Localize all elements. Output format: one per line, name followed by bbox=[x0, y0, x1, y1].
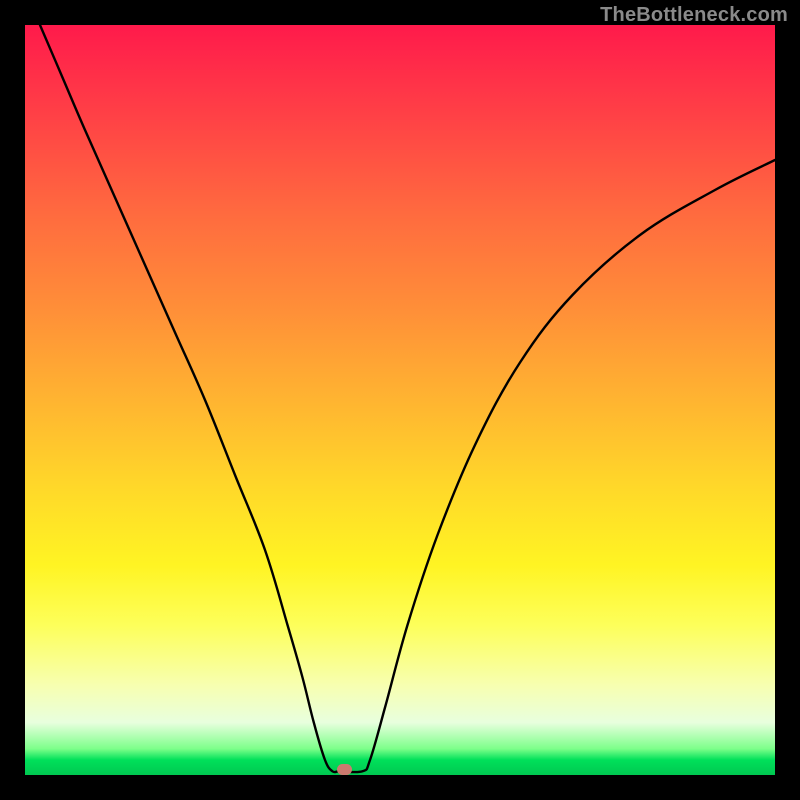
minimum-marker bbox=[337, 764, 352, 775]
chart-plot-area bbox=[25, 25, 775, 775]
watermark-text: TheBottleneck.com bbox=[600, 4, 788, 27]
bottleneck-curve bbox=[25, 25, 775, 775]
